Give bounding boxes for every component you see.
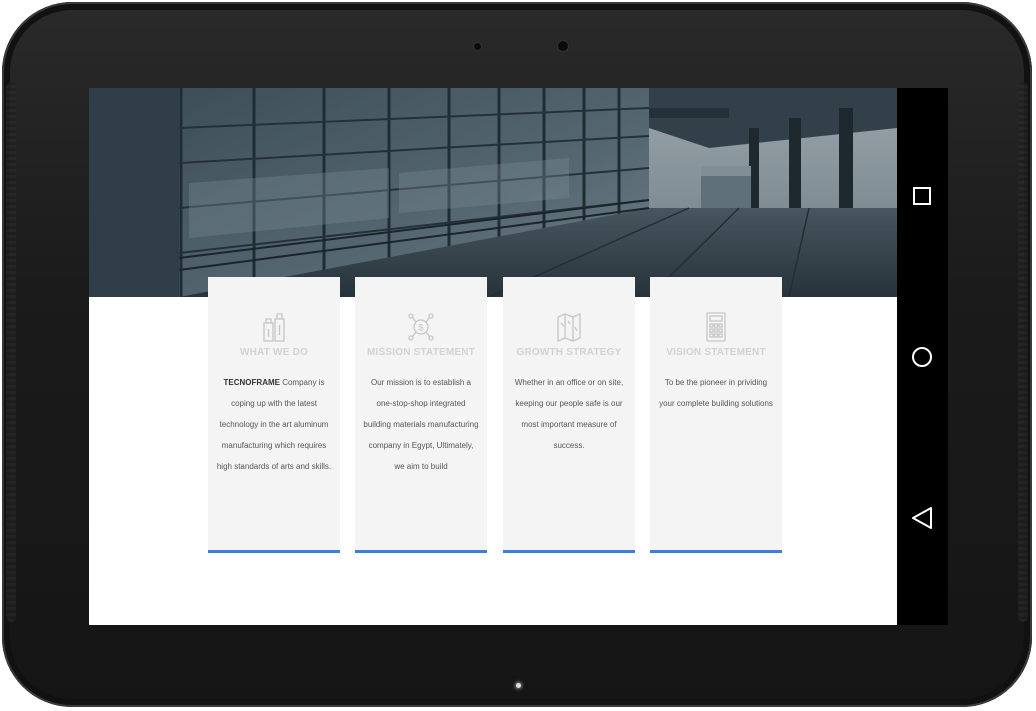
brand-name: TECNOFRAME bbox=[223, 378, 280, 387]
card-text: Whether in an office or on site, keeping… bbox=[514, 378, 624, 450]
speaker-grille-left bbox=[6, 82, 16, 622]
card-body: TECNOFRAME Company is coping up with the… bbox=[216, 372, 332, 477]
hero-building-illustration bbox=[89, 88, 897, 297]
svg-text:$: $ bbox=[418, 323, 423, 333]
front-camera bbox=[558, 41, 568, 51]
front-sensor bbox=[474, 43, 481, 50]
card-title: WHAT WE DO bbox=[240, 347, 308, 358]
card-title: VISION STATEMENT bbox=[666, 347, 766, 358]
card-what-we-do: WHAT WE DO TECNOFRAME Company is coping … bbox=[208, 277, 340, 553]
dollar-network-icon: $ bbox=[408, 313, 434, 341]
card-vision-statement: VISION STATEMENT To be the pioneer in pr… bbox=[650, 277, 782, 553]
bottles-icon bbox=[263, 313, 285, 342]
hero-image bbox=[89, 88, 897, 297]
web-page: WHAT WE DO TECNOFRAME Company is coping … bbox=[89, 88, 897, 625]
card-body: Whether in an office or on site, keeping… bbox=[511, 372, 627, 456]
speaker-grille-right bbox=[1018, 82, 1028, 622]
recents-button[interactable] bbox=[906, 180, 938, 212]
back-button[interactable] bbox=[906, 502, 938, 534]
notification-led bbox=[516, 683, 521, 688]
card-body: To be the pioneer in prividing your comp… bbox=[658, 372, 774, 414]
circle-icon bbox=[912, 347, 932, 367]
square-icon bbox=[913, 187, 931, 205]
device-screen: WHAT WE DO TECNOFRAME Company is coping … bbox=[89, 88, 948, 625]
back-triangle-icon bbox=[912, 507, 932, 529]
card-growth-strategy: GROWTH STRATEGY Whether in an office or … bbox=[503, 277, 635, 553]
card-title: MISSION STATEMENT bbox=[366, 347, 476, 358]
card-title: GROWTH STRATEGY bbox=[516, 347, 622, 358]
folded-map-icon bbox=[557, 313, 581, 342]
calculator-icon bbox=[706, 312, 726, 342]
home-button[interactable] bbox=[906, 341, 938, 373]
card-text: To be the pioneer in prividing your comp… bbox=[659, 378, 773, 408]
card-mission-statement: $ MISSION STATEMENT Our mission is to es… bbox=[355, 277, 487, 553]
card-text: Our mission is to establish a one-stop-s… bbox=[363, 378, 479, 471]
card-body: Our mission is to establish a one-stop-s… bbox=[363, 372, 479, 477]
android-navigation-bar bbox=[897, 88, 948, 625]
card-text: Company is coping up with the latest tec… bbox=[216, 378, 332, 471]
